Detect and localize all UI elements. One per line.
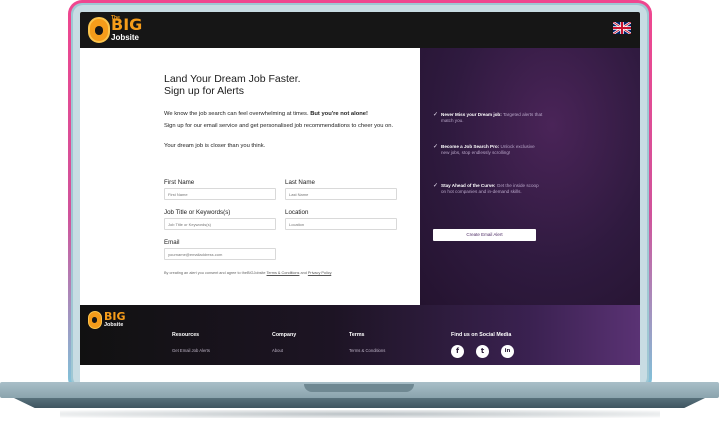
- laptop-shadow: [60, 410, 660, 418]
- logo-jobsite-text: Jobsite: [111, 33, 140, 42]
- job-title-field[interactable]: [164, 218, 276, 230]
- laptop-base-notch: [304, 384, 414, 392]
- site-header: The BIG Jobsite: [80, 12, 640, 48]
- location-field[interactable]: [285, 218, 397, 230]
- benefit-text: Become a Job Search Pro: Unlock exclusiv…: [441, 144, 543, 156]
- job-title-label: Job Title or Keywords(s): [164, 209, 231, 216]
- closer-text: Your dream job is closer than you think.: [164, 143, 266, 149]
- site-logo[interactable]: The BIG Jobsite: [88, 15, 152, 45]
- consent-and: and: [299, 271, 308, 275]
- first-name-field[interactable]: [164, 188, 276, 200]
- form-intro: We know the job search can feel overwhel…: [164, 111, 368, 117]
- consent-suffix: .: [331, 271, 333, 275]
- benefit-title: Become a Job Search Pro:: [441, 144, 500, 149]
- privacy-policy-link[interactable]: Privacy Policy: [308, 271, 331, 275]
- checkmark-icon: ✓: [433, 112, 439, 118]
- intro-plain-text: We know the job search can feel overwhel…: [164, 111, 311, 117]
- benefit-title: Stay Ahead of the Curve:: [441, 183, 496, 188]
- uk-flag-icon[interactable]: [613, 22, 631, 34]
- footer-link-terms[interactable]: Terms & Conditions: [349, 348, 385, 353]
- form-subtitle: Sign up for Alerts: [164, 85, 244, 97]
- footer-link-job-alerts[interactable]: Get Email Job Alerts: [172, 348, 210, 353]
- checkmark-icon: ✓: [433, 144, 439, 150]
- location-label: Location: [285, 209, 309, 216]
- benefit-title: Never Miss your Dream job:: [441, 112, 502, 117]
- site-footer: BIG Jobsite Resources Get Email Job Aler…: [80, 305, 640, 365]
- facebook-icon[interactable]: f: [451, 345, 464, 358]
- gorilla-logo-icon: [88, 311, 102, 329]
- footer-logo-big-text: BIG: [104, 310, 126, 323]
- email-label: Email: [164, 239, 180, 246]
- laptop-bezel: The BIG Jobsite Land Your Dream Job Fast: [73, 5, 647, 387]
- signup-description: Sign up for our email service and get pe…: [164, 123, 394, 129]
- footer-link-about[interactable]: About: [272, 348, 283, 353]
- checkmark-icon: ✓: [433, 183, 439, 189]
- laptop-lid: The BIG Jobsite Land Your Dream Job Fast: [68, 0, 652, 392]
- last-name-field[interactable]: [285, 188, 397, 200]
- consent-text: By creating an alert you consent and agr…: [164, 271, 332, 275]
- footer-terms-heading: Terms: [349, 332, 365, 338]
- footer-company-heading: Company: [272, 332, 297, 338]
- alert-signup-form: Land Your Dream Job Faster. Sign up for …: [80, 48, 420, 305]
- form-title: Land Your Dream Job Faster.: [164, 73, 301, 85]
- twitter-icon[interactable]: t: [476, 345, 489, 358]
- benefit-text: Never Miss your Dream job: Targeted aler…: [441, 112, 543, 124]
- footer-social-heading: Find us on Social Media: [451, 332, 512, 338]
- create-email-alert-button[interactable]: Create Email Alert: [433, 229, 536, 241]
- laptop-screen: The BIG Jobsite Land Your Dream Job Fast: [80, 12, 640, 387]
- benefit-text: Stay Ahead of the Curve: Get the inside …: [441, 183, 543, 195]
- footer-resources-heading: Resources: [172, 332, 200, 338]
- consent-prefix: By creating an alert you consent and agr…: [164, 271, 267, 275]
- last-name-label: Last Name: [285, 179, 315, 186]
- footer-logo[interactable]: BIG Jobsite: [88, 309, 128, 331]
- benefits-panel: ✓ Never Miss your Dream job: Targeted al…: [420, 48, 640, 305]
- linkedin-icon[interactable]: in: [501, 345, 514, 358]
- email-field[interactable]: [164, 248, 276, 260]
- terms-link[interactable]: Terms & Conditions: [267, 271, 300, 275]
- logo-big-text: BIG: [111, 15, 143, 34]
- first-name-label: First Name: [164, 179, 195, 186]
- laptop-base-foot: [14, 398, 705, 408]
- laptop-lid-inner: The BIG Jobsite Land Your Dream Job Fast: [71, 3, 649, 389]
- intro-bold-text: But you're not alone!: [310, 111, 368, 117]
- gorilla-logo-icon: [88, 17, 110, 43]
- footer-logo-jobsite-text: Jobsite: [104, 322, 124, 328]
